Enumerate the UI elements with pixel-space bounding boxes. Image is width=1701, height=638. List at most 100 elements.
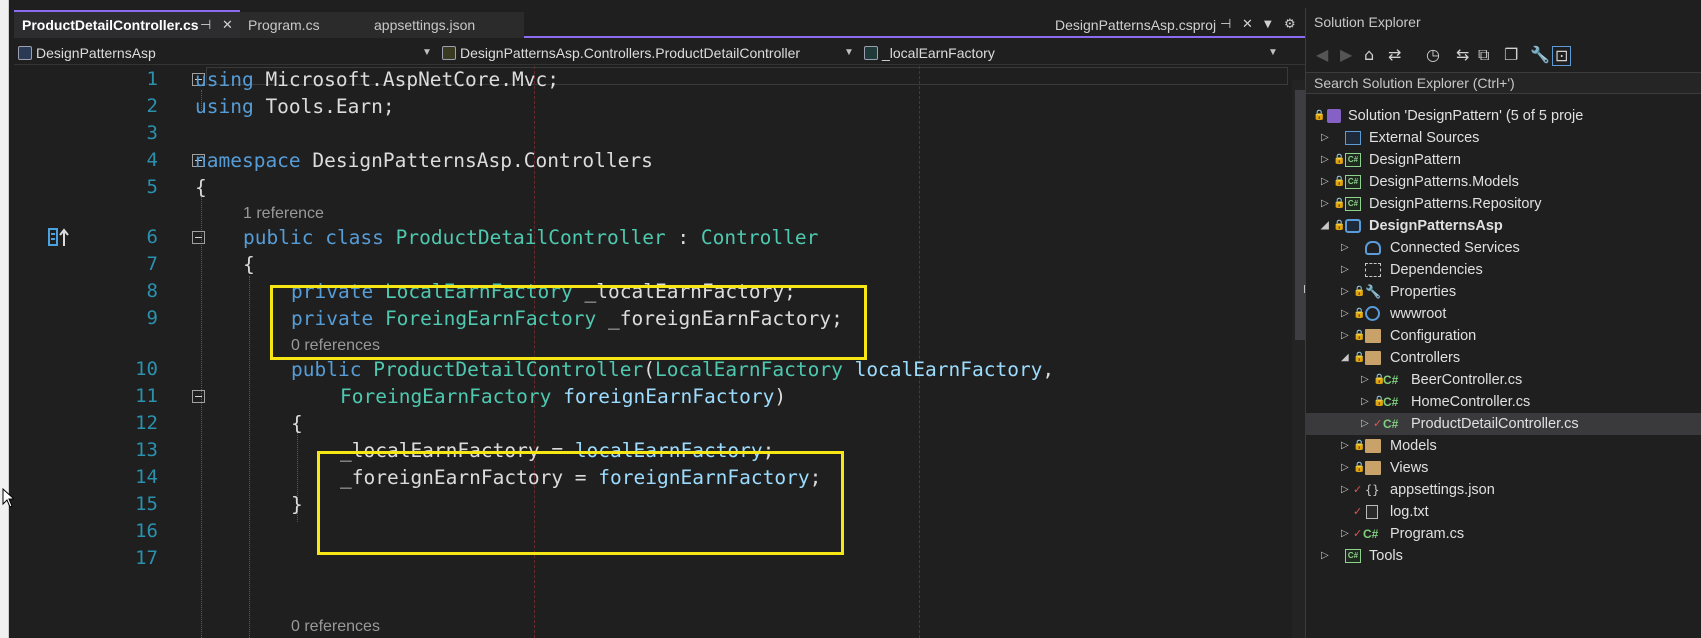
project-dropdown-label: DesignPatternsAsp: [36, 45, 156, 61]
solution-icon: [1327, 109, 1341, 123]
tree-item-label: Tools: [1369, 548, 1403, 564]
tree-item-beercontroller[interactable]: ▷ 🔒 C# BeerController.cs: [1305, 369, 1701, 391]
expand-icon[interactable]: ▷: [1361, 391, 1369, 413]
tree-item-label: BeerController.cs: [1411, 372, 1523, 388]
implementation-marker-icon[interactable]: [48, 228, 72, 248]
line-number: 8: [146, 280, 158, 302]
expand-icon[interactable]: ▷: [1341, 523, 1349, 545]
expand-icon[interactable]: ▷: [1361, 413, 1369, 435]
tree-item-productdetailcontroller[interactable]: ▷ ✓ C# ProductDetailController.cs: [1305, 413, 1701, 435]
expand-icon[interactable]: ▷: [1321, 127, 1329, 149]
code-line-10: 10 public ProductDetailController(LocalE…: [14, 356, 1398, 383]
json-file-icon: {}: [1365, 483, 1380, 497]
chevron-down-icon: ▼: [844, 47, 854, 58]
project-icon: [18, 46, 32, 60]
expand-icon[interactable]: ▷: [1341, 435, 1349, 457]
collapse-icon[interactable]: ◢: [1321, 215, 1329, 237]
line-number: 3: [146, 122, 158, 144]
properties-icon: 🔧: [1365, 284, 1382, 299]
expand-icon[interactable]: ▷: [1361, 369, 1369, 391]
type-dropdown[interactable]: DesignPatternsAsp.Controllers.ProductDet…: [442, 42, 856, 64]
checkmark-icon: ✓: [1373, 418, 1383, 430]
tree-item-views[interactable]: ▷ 🔒 Views: [1305, 457, 1701, 479]
back-icon[interactable]: ◀: [1316, 46, 1328, 64]
tree-item-external-sources[interactable]: ▷ External Sources: [1305, 127, 1701, 149]
forward-icon[interactable]: ▶: [1340, 46, 1352, 64]
switch-views-icon[interactable]: ⇄: [1388, 46, 1401, 64]
tree-item-label: DesignPatternsAsp: [1369, 218, 1503, 234]
tree-item-solution[interactable]: 🔒 Solution 'DesignPattern' (5 of 5 proje: [1305, 105, 1701, 127]
expand-icon[interactable]: ▷: [1341, 281, 1349, 303]
tree-item-configuration[interactable]: ▷ 🔒 Configuration: [1305, 325, 1701, 347]
solution-search-input[interactable]: Search Solution Explorer (Ctrl+'): [1306, 72, 1701, 94]
tree-item-designpatterns-repository[interactable]: ▷ 🔒 C# DesignPatterns.Repository: [1305, 193, 1701, 215]
csharp-project-icon: C#: [1345, 153, 1361, 167]
tree-item-appsettings[interactable]: ▷ ✓ {} appsettings.json: [1305, 479, 1701, 501]
expand-icon[interactable]: ▷: [1341, 325, 1349, 347]
tab-appsettings[interactable]: appsettings.json: [366, 12, 524, 38]
tree-item-label: Solution 'DesignPattern' (5 of 5 proje: [1348, 108, 1584, 124]
tree-item-models[interactable]: ▷ 🔒 Models: [1305, 435, 1701, 457]
tab-list-dropdown-icon[interactable]: ▼: [1264, 12, 1272, 38]
collapse-icon[interactable]: [192, 390, 205, 403]
line-number: 7: [146, 253, 158, 275]
expand-icon[interactable]: ▷: [1341, 303, 1349, 325]
pending-changes-icon[interactable]: ◷: [1426, 46, 1440, 64]
member-dropdown[interactable]: _localEarnFactory ▼: [864, 42, 1278, 64]
gear-icon[interactable]: ⚙: [1284, 12, 1296, 38]
tree-item-label: Models: [1390, 438, 1437, 454]
code-text: ForeingEarnFactory foreignEarnFactory): [340, 385, 787, 408]
pin-icon[interactable]: ⊣: [1220, 12, 1231, 38]
codelens-references[interactable]: 0 references: [291, 617, 380, 637]
properties-icon[interactable]: 🔧: [1530, 46, 1550, 64]
tree-item-designpattern[interactable]: ▷ 🔒 C# DesignPattern: [1305, 149, 1701, 171]
tree-item-controllers[interactable]: ◢ 🔒 Controllers: [1305, 347, 1701, 369]
expand-icon[interactable]: ▷: [1341, 479, 1349, 501]
tree-item-log-txt[interactable]: ✓ log.txt: [1305, 501, 1701, 523]
collapse-icon[interactable]: ◢: [1341, 347, 1349, 369]
code-editor: ProductDetailController.cs ⊣ ✕ Program.c…: [14, 0, 1412, 638]
expand-icon[interactable]: ▷: [1321, 193, 1329, 215]
tree-item-dependencies[interactable]: ▷ Dependencies: [1305, 259, 1701, 281]
expand-icon[interactable]: ▷: [1341, 457, 1349, 479]
folder-icon: [1365, 351, 1381, 365]
tree-item-label: External Sources: [1369, 130, 1480, 146]
collapse-all-icon[interactable]: ⧉: [1478, 46, 1489, 64]
text-file-icon: [1366, 505, 1378, 519]
tree-item-label: wwwroot: [1390, 306, 1447, 322]
expand-icon[interactable]: ▷: [1341, 259, 1349, 281]
sync-icon[interactable]: ⇆: [1456, 46, 1469, 64]
home-icon[interactable]: ⌂: [1364, 46, 1374, 64]
csharp-file-icon: C#: [1363, 527, 1379, 541]
codelens-references[interactable]: 1 reference: [243, 204, 324, 224]
pin-icon[interactable]: ⊣: [200, 12, 211, 38]
tab-productdetailcontroller[interactable]: ProductDetailController.cs ⊣ ✕: [14, 10, 240, 38]
tree-item-homecontroller[interactable]: ▷ 🔒 C# HomeController.cs: [1305, 391, 1701, 413]
tree-item-connected-services[interactable]: ▷ Connected Services: [1305, 237, 1701, 259]
tree-item-designpatternsasp[interactable]: ◢ 🔒 DesignPatternsAsp: [1305, 215, 1701, 237]
line-number: 9: [146, 307, 158, 329]
close-icon[interactable]: ✕: [1242, 12, 1253, 38]
expand-icon[interactable]: ▷: [1321, 149, 1329, 171]
close-icon[interactable]: ✕: [222, 12, 233, 38]
tree-item-designpatterns-models[interactable]: ▷ 🔒 C# DesignPatterns.Models: [1305, 171, 1701, 193]
code-line-6: 6 public class ProductDetailController :…: [14, 224, 1398, 251]
line-number: 17: [135, 547, 158, 569]
project-dropdown[interactable]: DesignPatternsAsp ▼: [18, 42, 434, 64]
show-all-files-icon[interactable]: ❐: [1504, 46, 1518, 64]
tab-program[interactable]: Program.cs: [240, 12, 366, 38]
expand-icon[interactable]: ▷: [1341, 237, 1349, 259]
tree-item-tools[interactable]: ▷ C# Tools: [1305, 545, 1701, 567]
line-number: 4: [146, 149, 158, 171]
tab-project-file[interactable]: DesignPatternsAsp.csproj: [1055, 12, 1216, 38]
collapse-icon[interactable]: [192, 231, 205, 244]
tree-item-properties[interactable]: ▷ 🔒 🔧 Properties: [1305, 281, 1701, 303]
tree-item-program-cs[interactable]: ▷ ✓ C# Program.cs: [1305, 523, 1701, 545]
tree-item-wwwroot[interactable]: ▷ 🔒 wwwroot: [1305, 303, 1701, 325]
code-line-12: 12 {: [14, 410, 1398, 437]
expand-icon[interactable]: ▷: [1321, 545, 1329, 567]
code-line-1: 1 using Microsoft.AspNetCore.Mvc;: [14, 66, 1398, 93]
preview-selected-icon[interactable]: ⊡: [1552, 46, 1572, 66]
line-number: 12: [135, 412, 158, 434]
expand-icon[interactable]: ▷: [1321, 171, 1329, 193]
